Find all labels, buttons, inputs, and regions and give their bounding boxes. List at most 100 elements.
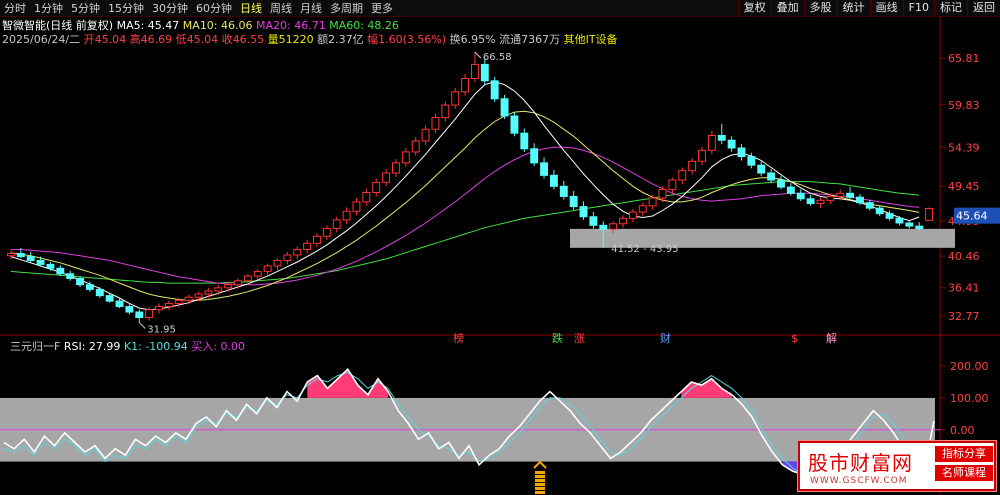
candle-body-5 bbox=[56, 267, 65, 275]
quote-field-6: 幅1.60(3.56%) bbox=[367, 33, 450, 46]
candle-body-14 bbox=[145, 309, 154, 319]
candle-body-42 bbox=[421, 128, 430, 142]
period-tab-0[interactable]: 分时 bbox=[0, 0, 30, 17]
tool-button-5[interactable]: F10 bbox=[902, 0, 934, 17]
candle-body-4 bbox=[46, 263, 55, 269]
kline-chart[interactable]: 智微智能(日线 前复权) MA5: 45.47 MA10: 46.06 MA20… bbox=[0, 17, 1000, 495]
buy-signal-bar-4 bbox=[535, 475, 545, 478]
tool-button-4[interactable]: 画线 bbox=[869, 0, 903, 17]
candle-body-37 bbox=[372, 181, 381, 194]
ma-label-3: MA60: 48.26 bbox=[329, 19, 399, 32]
candle-body-73 bbox=[727, 139, 736, 149]
candle-body-93 bbox=[925, 208, 934, 221]
candle-body-20 bbox=[204, 290, 213, 295]
price-tick-label-6: 36.41 bbox=[948, 282, 980, 295]
candle-body-35 bbox=[352, 201, 361, 212]
buy-signal-bar-1 bbox=[535, 487, 545, 490]
candle-body-48 bbox=[480, 63, 489, 82]
quote-field-1: 高46.69 bbox=[130, 32, 176, 46]
period-tab-2[interactable]: 5分钟 bbox=[67, 0, 104, 17]
candle-body-86 bbox=[856, 196, 864, 204]
quote-field-9: 其他IT设备 bbox=[564, 32, 618, 46]
ma-label-1: MA10: 46.06 bbox=[183, 19, 256, 32]
period-tab-4[interactable]: 30分钟 bbox=[148, 0, 192, 17]
candle-body-49 bbox=[490, 80, 499, 100]
period-tab-1[interactable]: 1分钟 bbox=[30, 0, 67, 17]
candle-body-80 bbox=[796, 192, 805, 200]
candle-body-85 bbox=[846, 192, 855, 198]
buy-signal-bar-3 bbox=[535, 479, 545, 482]
quote-field-7: 换6.95% bbox=[450, 32, 499, 46]
candle-body-39 bbox=[392, 162, 400, 174]
tool-button-1[interactable]: 叠加 bbox=[770, 0, 804, 17]
candle-body-87 bbox=[865, 202, 874, 209]
period-tab-3[interactable]: 15分钟 bbox=[104, 0, 148, 17]
candle-body-47 bbox=[470, 63, 479, 79]
event-marker-3: 财 bbox=[660, 331, 671, 345]
candle-body-69 bbox=[688, 160, 697, 172]
period-tab-7[interactable]: 周线 bbox=[266, 0, 296, 17]
candle-body-23 bbox=[234, 280, 242, 286]
high-marker bbox=[474, 51, 482, 59]
tool-button-0[interactable]: 复权 bbox=[737, 0, 771, 17]
candle-body-75 bbox=[747, 156, 756, 166]
period-tab-6[interactable]: 日线 bbox=[236, 0, 266, 17]
candle-body-34 bbox=[342, 210, 351, 221]
tool-button-2[interactable]: 多股 bbox=[803, 0, 837, 17]
quote-field-5: 额2.37亿 bbox=[317, 33, 367, 46]
candle-body-40 bbox=[401, 151, 410, 164]
indicator-header: 三元归一F RSI: 27.99 K1: -100.94 买入: 0.00 bbox=[10, 339, 245, 353]
low-label: 31.95 bbox=[147, 325, 176, 336]
candle-body-78 bbox=[777, 179, 785, 188]
buy-signal-bar-0 bbox=[535, 491, 545, 494]
candle-body-59 bbox=[589, 216, 598, 226]
event-marker-4: $ bbox=[791, 332, 798, 345]
candle-body-67 bbox=[668, 179, 677, 190]
candle-body-72 bbox=[717, 135, 726, 141]
candle-body-77 bbox=[767, 172, 776, 181]
candle-body-44 bbox=[441, 104, 450, 119]
quote-field-4: 量51220 bbox=[268, 33, 318, 46]
current-price-label: 45.64 bbox=[956, 210, 988, 223]
candle-body-79 bbox=[786, 186, 795, 194]
candle-body-6 bbox=[66, 273, 75, 279]
tool-button-3[interactable]: 统计 bbox=[836, 0, 870, 17]
candle-body-0 bbox=[6, 252, 15, 257]
event-marker-1: 跌 bbox=[552, 331, 563, 345]
candle-body-25 bbox=[253, 270, 262, 277]
price-tick-label-1: 59.83 bbox=[948, 99, 980, 112]
price-header-line1: 智微智能(日线 前复权) MA5: 45.47 MA10: 46.06 MA20… bbox=[2, 18, 399, 32]
candle-body-8 bbox=[85, 284, 94, 290]
buy-signal-arrow bbox=[533, 460, 547, 469]
candle-body-64 bbox=[638, 205, 647, 213]
high-label: 66.58 bbox=[483, 52, 512, 63]
ma-label-2: MA20: 46.71 bbox=[256, 19, 329, 32]
indicator-field-1: RSI: 27.99 bbox=[64, 340, 124, 353]
period-tab-8[interactable]: 月线 bbox=[296, 0, 326, 17]
period-tab-9[interactable]: 多周期 bbox=[326, 0, 367, 17]
signature-url: WWW.GSCFW.COM bbox=[810, 476, 908, 486]
candle-body-45 bbox=[451, 91, 460, 106]
candle-body-60 bbox=[599, 224, 608, 230]
candle-body-54 bbox=[540, 162, 548, 176]
candle-body-31 bbox=[313, 235, 321, 244]
tool-button-7[interactable]: 返回 bbox=[967, 0, 1000, 17]
candle-body-7 bbox=[76, 277, 84, 286]
price-tick-label-5: 40.46 bbox=[948, 250, 980, 263]
period-tab-5[interactable]: 60分钟 bbox=[192, 0, 236, 17]
event-marker-2: 涨 bbox=[574, 332, 585, 345]
indicator-field-0: 三元归一F bbox=[10, 339, 64, 353]
candle-body-11 bbox=[115, 300, 124, 308]
candle-body-55 bbox=[549, 174, 558, 187]
candle-body-22 bbox=[224, 284, 233, 289]
candle-body-57 bbox=[569, 195, 578, 208]
toolbar: 分时 1分钟 5分钟 15分钟 30分钟 60分钟 日线 周线 月线 多周期 更多 复权 叠加 多股 统计… bbox=[0, 0, 1000, 17]
tool-buttons: 复权 叠加 多股 统计 画线 F10 标记 返回 bbox=[737, 0, 1000, 17]
candle-body-43 bbox=[431, 117, 440, 130]
candle-body-46 bbox=[461, 77, 470, 93]
ind-tick-label-2: 0.00 bbox=[950, 424, 975, 437]
candle-body-66 bbox=[658, 188, 667, 199]
period-tab-10[interactable]: 更多 bbox=[367, 0, 397, 17]
ind-tick-label-1: 100.00 bbox=[950, 392, 989, 405]
tool-button-6[interactable]: 标记 bbox=[934, 0, 967, 17]
